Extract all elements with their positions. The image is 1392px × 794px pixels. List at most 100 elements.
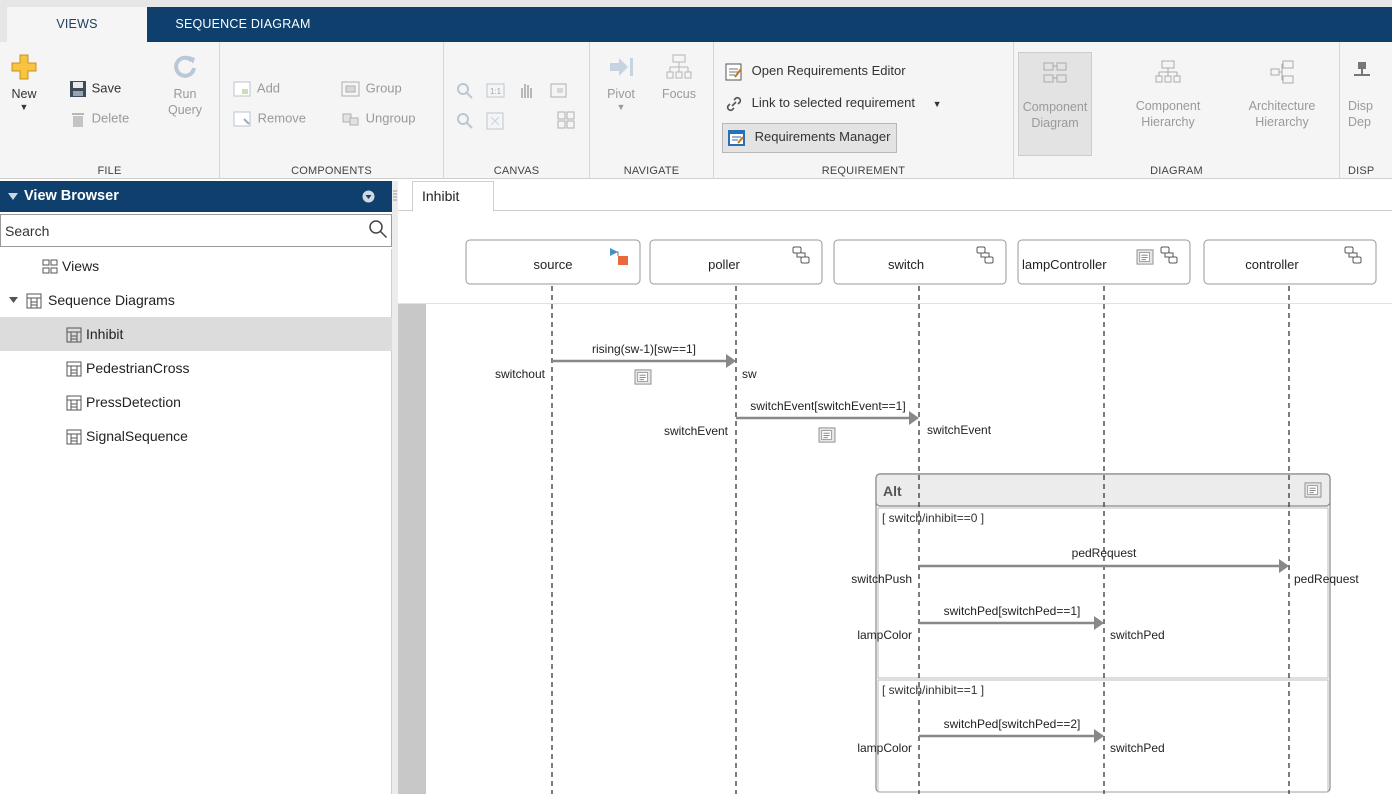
zoom-in-icon[interactable] xyxy=(456,82,474,100)
document-tab-inhibit[interactable]: Inhibit xyxy=(412,181,494,212)
zoom-out-icon[interactable] xyxy=(456,112,474,130)
remove-label: Remove xyxy=(257,110,307,126)
component-diagram-label-1: Component xyxy=(1022,100,1088,114)
lifeline-lampcontroller[interactable]: lampController xyxy=(1017,239,1191,285)
delete-button[interactable]: Delete xyxy=(68,109,129,129)
fit-to-view-icon[interactable] xyxy=(486,112,504,130)
component-diagram-icon xyxy=(1043,62,1067,83)
message-note-icon[interactable] xyxy=(634,369,652,385)
tree-item-inhibit[interactable]: Inhibit xyxy=(0,317,392,351)
group-button[interactable]: Group xyxy=(340,79,402,99)
sequence-diagram-icon xyxy=(26,293,42,309)
fragment-note-icon[interactable] xyxy=(1304,482,1322,498)
section-label-navigate: NAVIGATE xyxy=(623,165,680,177)
message-rising[interactable]: rising(sw-1)[sw==1] switchout sw xyxy=(495,342,757,385)
component-hierarchy-icon xyxy=(1155,60,1181,83)
section-label-canvas: CANVAS xyxy=(493,165,540,177)
lifeline-source[interactable]: source xyxy=(465,239,641,285)
message-label: switchPed[switchPed==2] xyxy=(944,717,1081,731)
section-navigate: Pivot ▼ Focus NAVIGATE xyxy=(590,42,714,179)
group-icon xyxy=(341,81,360,97)
tab-views[interactable]: VIEWS xyxy=(7,7,147,42)
link-to-selected-requirement-label: Link to selected requirement xyxy=(751,95,915,111)
tree-item-pedestriancross[interactable]: PedestrianCross xyxy=(0,351,392,385)
ungroup-button[interactable]: Ungroup xyxy=(340,109,416,129)
open-requirements-editor-button[interactable]: Open Requirements Editor xyxy=(724,62,906,82)
sequence-diagram-canvas[interactable]: Alt [ switch/inhibit==0 ] [ switch/inhib… xyxy=(398,212,1392,794)
requirements-manager-button[interactable]: Requirements Manager xyxy=(722,123,898,153)
pivot-dropdown-icon[interactable]: ▼ xyxy=(596,102,646,112)
link-dropdown-icon[interactable]: ▼ xyxy=(933,99,942,109)
tree-item-signalsequence[interactable]: SignalSequence xyxy=(0,419,392,453)
remove-button[interactable]: Remove xyxy=(232,109,306,129)
component-diagram-button[interactable]: Component Diagram xyxy=(1018,52,1092,156)
ungroup-icon xyxy=(342,113,359,126)
trash-icon xyxy=(72,113,84,127)
destination-port-label: switchEvent xyxy=(927,423,992,437)
source-port-label: switchEvent xyxy=(664,424,729,438)
document-tabs: Inhibit xyxy=(398,181,1392,212)
collapse-panel-icon[interactable] xyxy=(8,193,18,201)
tree-item-pressdetection[interactable]: PressDetection xyxy=(0,385,392,419)
arrange-layout-icon[interactable] xyxy=(556,110,576,130)
source-port-label: lampColor xyxy=(857,628,912,642)
operand-guard-1[interactable]: [ switch/inhibit==0 ] xyxy=(882,511,984,525)
section-file: New ▼ Save Delete Run Query FILE xyxy=(0,42,220,179)
open-requirements-editor-label: Open Requirements Editor xyxy=(751,63,906,79)
message-switchevent[interactable]: switchEvent[switchEvent==1] switchEvent … xyxy=(664,399,992,443)
requirements-manager-icon xyxy=(728,130,745,146)
add-label: Add xyxy=(256,80,281,96)
pivot-label: Pivot xyxy=(607,87,635,101)
architecture-hierarchy-button[interactable]: Architecture Hierarchy xyxy=(1234,58,1330,130)
section-label-display: DISP xyxy=(1348,165,1375,177)
zoom-actual-size-icon[interactable]: 1:1 xyxy=(486,82,506,100)
tree-item-label: PedestrianCross xyxy=(86,360,190,376)
search-icon[interactable] xyxy=(368,219,388,239)
alt-fragment[interactable]: Alt [ switch/inhibit==0 ] [ switch/inhib… xyxy=(875,473,1331,793)
operand-guard-2[interactable]: [ switch/inhibit==1 ] xyxy=(882,683,984,697)
lifeline-poller-label: poller xyxy=(708,257,740,272)
fit-selection-icon[interactable] xyxy=(550,82,568,100)
save-button[interactable]: Save xyxy=(68,79,121,99)
search-input[interactable] xyxy=(0,214,392,247)
message-note-icon[interactable] xyxy=(818,427,836,443)
remove-component-icon xyxy=(233,111,251,127)
requirements-manager-label: Requirements Manager xyxy=(754,129,891,145)
lifeline-source-label: source xyxy=(533,257,572,272)
pivot-button[interactable]: Pivot ▼ xyxy=(596,52,646,112)
sequence-diagram-icon xyxy=(66,361,82,377)
component-hierarchy-label-1: Component xyxy=(1135,99,1201,113)
tree-item-label: Inhibit xyxy=(86,326,124,342)
panel-menu-icon[interactable] xyxy=(362,190,375,203)
tree-item-sequence-diagrams[interactable]: Sequence Diagrams xyxy=(0,283,392,317)
display-dependencies-button[interactable]: Disp Dep xyxy=(1348,58,1392,130)
section-label-requirement: REQUIREMENT xyxy=(821,165,906,177)
pan-hand-icon[interactable] xyxy=(516,80,536,100)
document-tab-label: Inhibit xyxy=(422,188,460,204)
lifeline-poller[interactable]: poller xyxy=(649,239,823,285)
new-button[interactable]: New ▼ xyxy=(4,52,44,112)
add-button[interactable]: Add xyxy=(232,79,280,99)
message-label: pedRequest xyxy=(1072,546,1137,560)
lifeline-lampcontroller-label: lampController xyxy=(1022,257,1107,272)
expander-down-icon[interactable] xyxy=(9,297,18,304)
tab-sequence-diagram[interactable]: SEQUENCE DIAGRAM xyxy=(157,7,329,42)
component-hierarchy-button[interactable]: Component Hierarchy xyxy=(1126,58,1210,130)
focus-hierarchy-icon xyxy=(666,54,692,79)
focus-label: Focus xyxy=(661,87,697,101)
tree-item-label: SignalSequence xyxy=(86,428,188,444)
requirements-editor-icon xyxy=(725,63,742,81)
view-browser-header: View Browser xyxy=(0,181,392,212)
destination-port-label: switchPed xyxy=(1110,741,1165,755)
new-dropdown-icon[interactable]: ▼ xyxy=(4,102,44,112)
lifeline-switch[interactable]: switch xyxy=(833,239,1007,285)
focus-button[interactable]: Focus xyxy=(652,52,706,102)
tree-item-views[interactable]: Views xyxy=(0,249,392,283)
display-label-1: Disp xyxy=(1348,99,1374,113)
note-icon[interactable] xyxy=(1136,249,1154,265)
run-query-button[interactable]: Run Query xyxy=(160,52,210,118)
link-to-selected-requirement-button[interactable]: Link to selected requirement ▼ xyxy=(724,94,941,114)
lifeline-controller[interactable]: controller xyxy=(1203,239,1377,285)
lifeline-switch-label: switch xyxy=(888,257,924,272)
section-label-file: FILE xyxy=(97,165,122,177)
